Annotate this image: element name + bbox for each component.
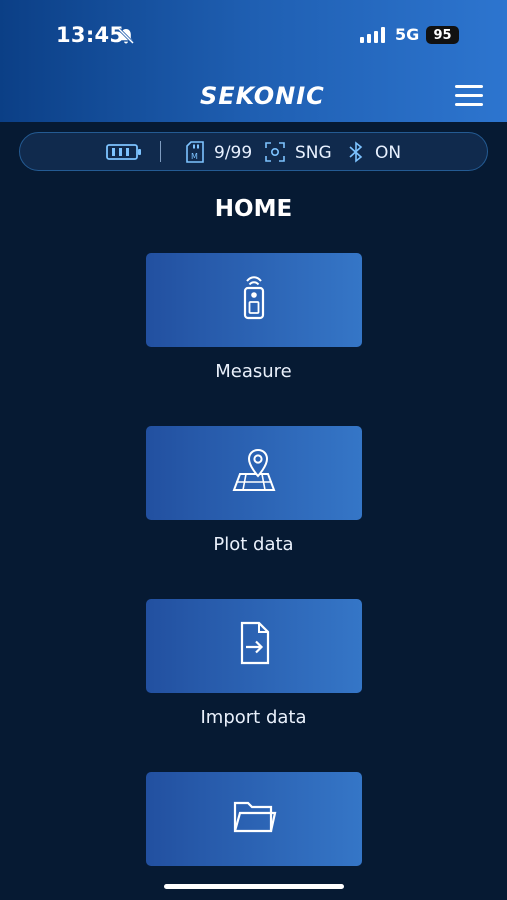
battery-icon — [106, 144, 141, 160]
hamburger-line — [455, 94, 483, 97]
page-title: HOME — [214, 196, 293, 222]
folder-button[interactable] — [146, 772, 362, 866]
bell-off-icon — [117, 27, 135, 45]
measure-button[interactable] — [146, 253, 362, 347]
plot-data-button[interactable] — [146, 426, 362, 520]
hamburger-line — [455, 85, 483, 88]
folder-icon — [233, 801, 277, 833]
sekonic-logo: SEKONIC — [200, 82, 325, 110]
memory-card-icon: M — [186, 141, 204, 163]
import-data-button[interactable] — [146, 599, 362, 693]
file-import-icon — [240, 621, 270, 665]
network-type: 5G — [395, 25, 420, 44]
home-screen: 13:45 5G 95 SEKONIC M 9/99 SNG ON HOME M… — [0, 0, 507, 900]
plot-data-label: Plot data — [213, 534, 294, 555]
status-bar: 13:45 5G 95 — [0, 0, 507, 70]
bluetooth-icon — [349, 141, 363, 163]
battery-level: 95 — [426, 26, 459, 44]
signal-strength-icon — [360, 27, 385, 43]
status-time: 13:45 — [56, 23, 125, 47]
svg-text:M: M — [191, 152, 198, 161]
map-pin-icon — [232, 448, 276, 491]
bluetooth-status: ON — [375, 143, 402, 163]
hamburger-line — [455, 103, 483, 106]
measure-mode: SNG — [295, 143, 332, 163]
memory-count: 9/99 — [214, 143, 253, 163]
import-data-label: Import data — [200, 707, 307, 728]
hamburger-menu-button[interactable] — [452, 82, 486, 110]
home-indicator[interactable] — [164, 884, 344, 889]
info-divider — [160, 141, 161, 162]
measure-mode-icon — [265, 142, 285, 162]
measure-label: Measure — [215, 361, 292, 382]
meter-icon — [243, 276, 265, 320]
device-info-bar: M 9/99 SNG ON — [19, 132, 488, 171]
